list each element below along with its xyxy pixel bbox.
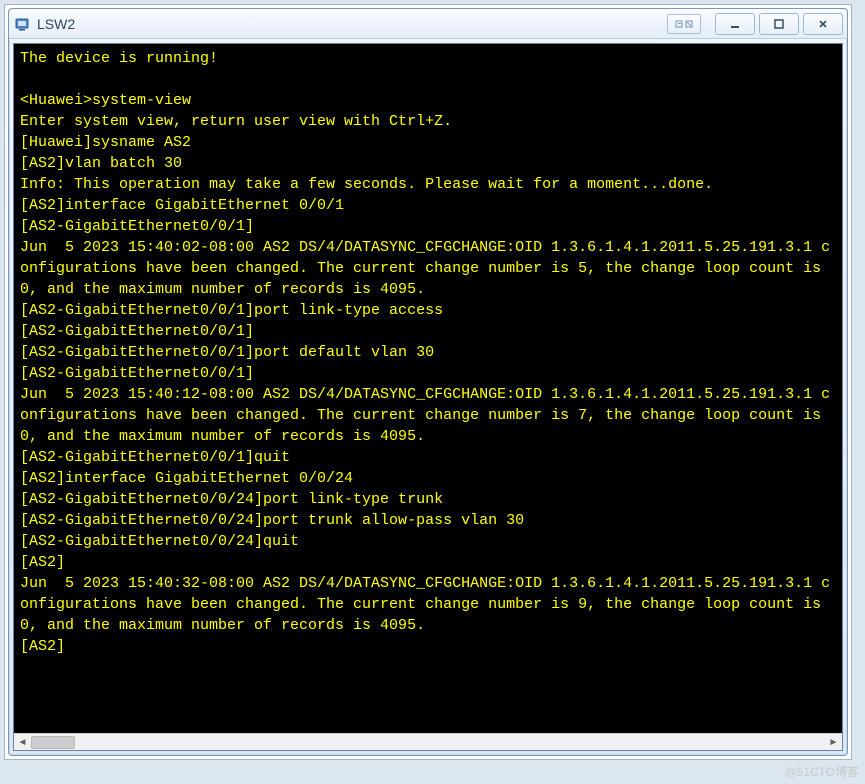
terminal[interactable]: The device is running! <Huawei>system-vi… xyxy=(13,43,843,751)
scroll-right-button[interactable]: ► xyxy=(825,734,842,751)
scrollbar-thumb[interactable] xyxy=(31,736,75,749)
watermark: @51CTO博客 xyxy=(784,763,859,780)
window-title: LSW2 xyxy=(37,16,75,32)
horizontal-scrollbar[interactable]: ◄ ► xyxy=(14,733,842,750)
terminal-output: The device is running! <Huawei>system-vi… xyxy=(14,44,842,733)
scrollbar-track[interactable] xyxy=(31,734,825,750)
app-icon xyxy=(13,15,31,33)
app-window: LSW2 xyxy=(8,8,848,756)
scroll-left-button[interactable]: ◄ xyxy=(14,734,31,751)
close-button[interactable] xyxy=(803,13,843,35)
minimize-button[interactable] xyxy=(715,13,755,35)
outer-frame: LSW2 xyxy=(4,4,852,760)
titlebar[interactable]: LSW2 xyxy=(9,9,847,39)
maximize-button[interactable] xyxy=(759,13,799,35)
window-controls xyxy=(711,13,843,35)
options-button[interactable] xyxy=(667,14,701,34)
